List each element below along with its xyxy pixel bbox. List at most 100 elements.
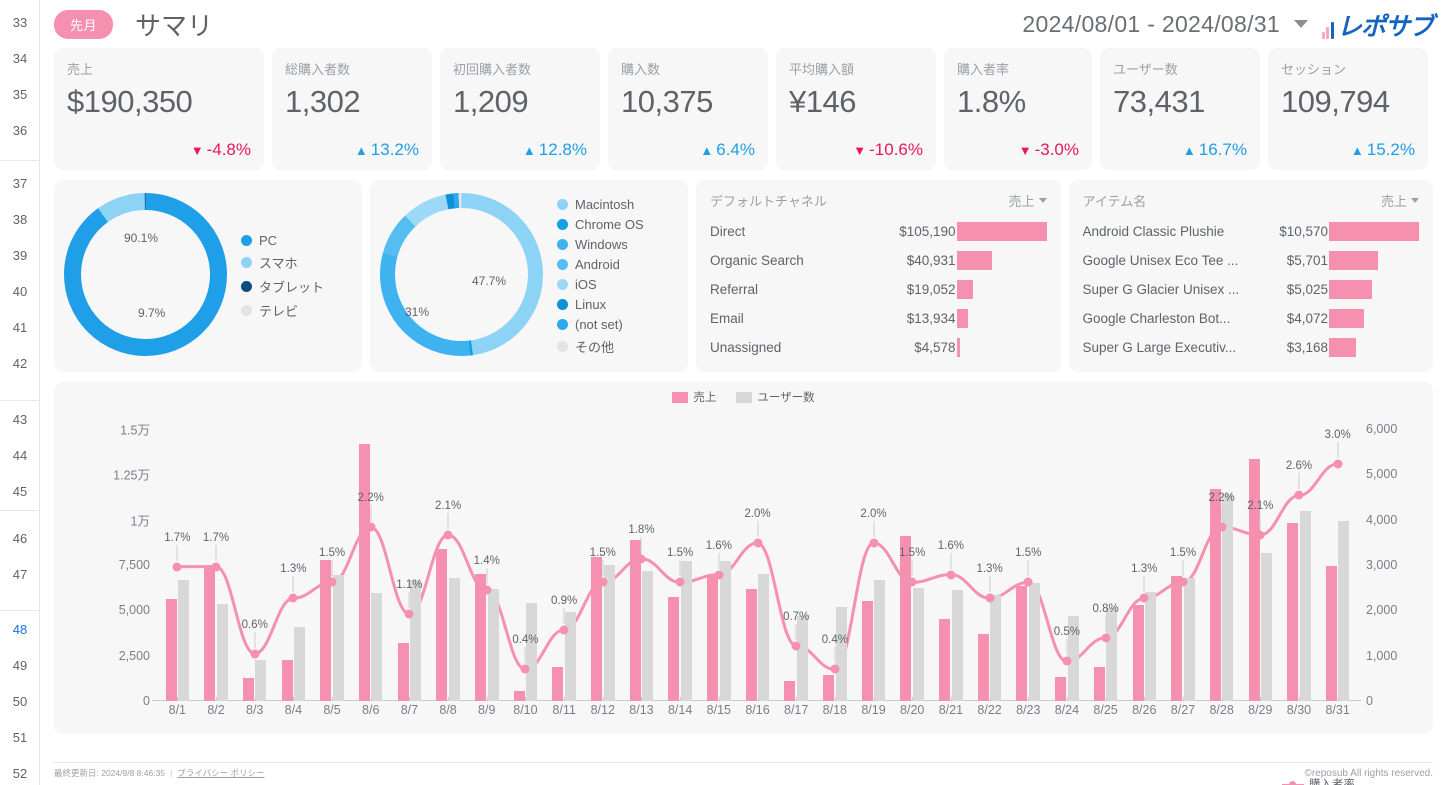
bar-sales[interactable] — [939, 619, 950, 702]
rate-data-point[interactable] — [869, 538, 878, 547]
legend-item[interactable]: (not set) — [557, 317, 644, 332]
row-number-active[interactable]: 48 — [0, 622, 40, 638]
row-number[interactable]: 36 — [0, 123, 40, 139]
bar-users[interactable] — [1145, 592, 1156, 701]
rate-data-point[interactable] — [482, 586, 491, 595]
bar-sales[interactable] — [1326, 566, 1337, 701]
bar-sales[interactable] — [1055, 677, 1066, 701]
rate-data-point[interactable] — [714, 570, 723, 579]
kpi-card-2[interactable]: 初回購入者数1,209▲12.8% — [440, 48, 600, 170]
rate-data-point[interactable] — [637, 554, 646, 563]
donut-slice[interactable] — [73, 202, 219, 348]
bar-sales[interactable] — [862, 601, 873, 701]
rate-data-point[interactable] — [1101, 633, 1110, 642]
bar-sales[interactable] — [552, 667, 563, 701]
bar-users[interactable] — [874, 580, 885, 701]
bar-sales[interactable] — [1133, 605, 1144, 701]
bar-sales[interactable] — [784, 681, 795, 701]
legend-item[interactable]: Windows — [557, 237, 644, 252]
bar-users[interactable] — [913, 588, 924, 701]
kpi-card-3[interactable]: 購入数10,375▲6.4% — [608, 48, 768, 170]
row-number[interactable]: 52 — [0, 766, 40, 782]
row-number[interactable]: 39 — [0, 248, 40, 264]
row-number[interactable]: 42 — [0, 356, 40, 372]
bar-users[interactable] — [1106, 608, 1117, 701]
rate-data-point[interactable] — [1024, 578, 1033, 587]
row-number[interactable]: 50 — [0, 694, 40, 710]
rate-data-point[interactable] — [1178, 578, 1187, 587]
row-number[interactable]: 49 — [0, 658, 40, 674]
rate-data-point[interactable] — [908, 578, 917, 587]
bar-sales[interactable] — [166, 599, 177, 701]
legend-item[interactable]: iOS — [557, 277, 644, 292]
bar-users[interactable] — [217, 604, 228, 701]
legend-item[interactable]: Linux — [557, 297, 644, 312]
rate-data-point[interactable] — [1062, 657, 1071, 666]
chevron-down-icon[interactable] — [1294, 20, 1308, 28]
bar-sales[interactable] — [436, 549, 447, 701]
bar-sales[interactable] — [204, 568, 215, 701]
table-row[interactable]: Google Charleston Bot...$4,072 — [1083, 304, 1420, 333]
bar-users[interactable] — [255, 660, 266, 701]
legend-item[interactable]: Macintosh — [557, 197, 644, 212]
bar-sales[interactable] — [282, 660, 293, 701]
bar-users[interactable] — [488, 589, 499, 701]
legend-item[interactable]: タブレット — [241, 277, 324, 296]
table-row[interactable]: Google Unisex Eco Tee ...$5,701 — [1083, 246, 1420, 275]
rate-data-point[interactable] — [212, 562, 221, 571]
bar-sales[interactable] — [823, 675, 834, 701]
rate-data-point[interactable] — [830, 665, 839, 674]
rate-data-point[interactable] — [366, 523, 375, 532]
row-number[interactable]: 44 — [0, 448, 40, 464]
row-number[interactable]: 33 — [0, 15, 40, 31]
rate-data-point[interactable] — [753, 538, 762, 547]
rate-data-point[interactable] — [521, 665, 530, 674]
channel-col-metric[interactable]: 売上 — [1008, 191, 1046, 210]
row-number[interactable]: 38 — [0, 212, 40, 228]
bar-sales[interactable] — [707, 576, 718, 701]
bar-users[interactable] — [1300, 511, 1311, 701]
rate-data-point[interactable] — [405, 610, 414, 619]
legend-item[interactable]: Android — [557, 257, 644, 272]
rate-data-point[interactable] — [1140, 594, 1149, 603]
bar-sales[interactable] — [1094, 667, 1105, 701]
row-number[interactable]: 41 — [0, 320, 40, 336]
rate-data-point[interactable] — [676, 578, 685, 587]
legend-item-sales[interactable]: 売上 — [672, 389, 716, 405]
rate-data-point[interactable] — [250, 649, 259, 658]
row-number[interactable]: 43 — [0, 412, 40, 428]
row-number[interactable]: 37 — [0, 176, 40, 192]
table-row[interactable]: Android Classic Plushie$10,570 — [1083, 217, 1420, 246]
bar-sales[interactable] — [1210, 489, 1221, 701]
bar-users[interactable] — [1261, 553, 1272, 701]
date-range-value[interactable]: 2024/08/01 - 2024/08/31 — [1022, 11, 1280, 38]
bar-users[interactable] — [333, 575, 344, 701]
row-number[interactable]: 34 — [0, 51, 40, 67]
rate-data-point[interactable] — [289, 594, 298, 603]
bar-sales[interactable] — [243, 678, 254, 701]
bar-users[interactable] — [371, 593, 382, 701]
bar-users[interactable] — [952, 590, 963, 701]
privacy-policy-link[interactable]: プライバシー ポリシー — [177, 767, 264, 779]
legend-item[interactable]: Chrome OS — [557, 217, 644, 232]
rate-data-point[interactable] — [1217, 523, 1226, 532]
kpi-card-6[interactable]: ユーザー数73,431▲16.7% — [1100, 48, 1260, 170]
kpi-card-1[interactable]: 総購入者数1,302▲13.2% — [272, 48, 432, 170]
bar-users[interactable] — [1029, 583, 1040, 701]
table-row[interactable]: Super G Glacier Unisex ...$5,025 — [1083, 275, 1420, 304]
bar-users[interactable] — [797, 616, 808, 701]
rate-data-point[interactable] — [444, 530, 453, 539]
bar-users[interactable] — [1184, 578, 1195, 701]
rate-data-point[interactable] — [946, 570, 955, 579]
bar-users[interactable] — [1338, 521, 1349, 701]
period-badge[interactable]: 先月 — [54, 10, 113, 39]
bar-sales[interactable] — [630, 540, 641, 701]
legend-item[interactable]: スマホ — [241, 253, 324, 272]
bar-users[interactable] — [449, 578, 460, 701]
bar-users[interactable] — [642, 571, 653, 701]
bar-sales[interactable] — [746, 589, 757, 701]
legend-item[interactable]: テレビ — [241, 301, 324, 320]
item-col-metric[interactable]: 売上 — [1381, 191, 1419, 210]
rate-data-point[interactable] — [598, 578, 607, 587]
bar-sales[interactable] — [1287, 523, 1298, 701]
